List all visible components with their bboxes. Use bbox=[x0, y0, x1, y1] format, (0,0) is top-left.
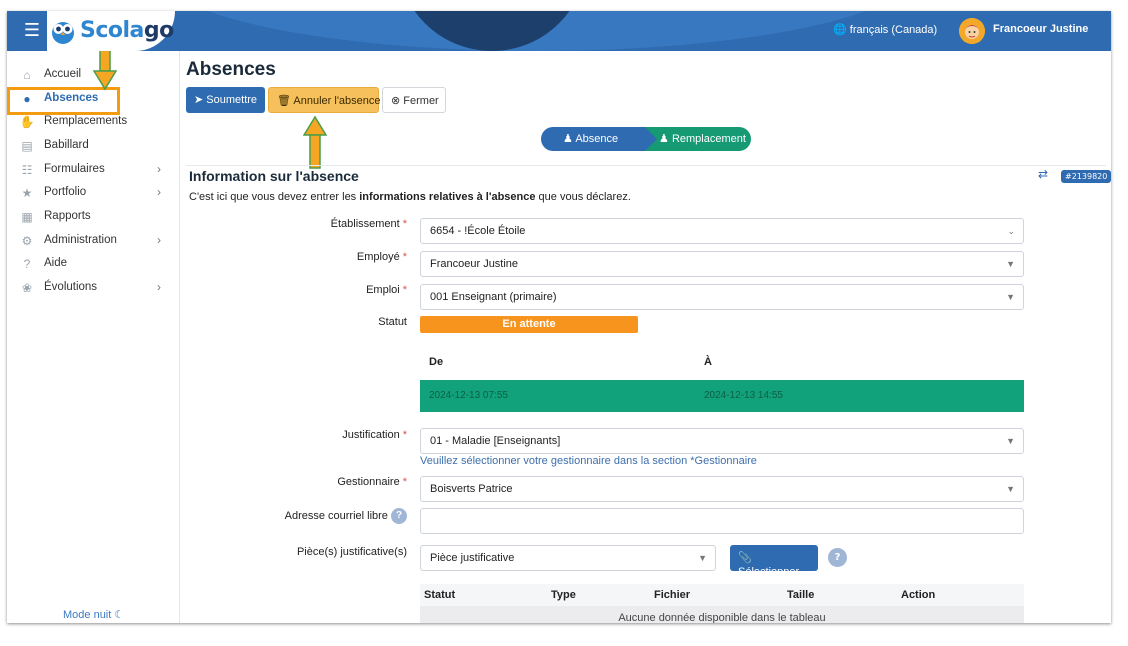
sidebar-item-rapports[interactable]: ▦ Rapports bbox=[7, 206, 180, 228]
close-circle-icon: ⊗ bbox=[391, 95, 401, 107]
sidebar-item-babillard[interactable]: ▤ Babillard bbox=[7, 135, 180, 157]
email-input[interactable] bbox=[420, 508, 1024, 534]
email-label: Adresse courriel libre ? bbox=[181, 508, 407, 524]
report-icon: ▦ bbox=[21, 210, 33, 224]
gestionnaire-label: Gestionnaire * bbox=[337, 476, 407, 488]
app-window: ☰ Scolago 🌐 français (Canada) Francoeur … bbox=[7, 11, 1111, 623]
question-icon: ? bbox=[23, 257, 31, 271]
sidebar-item-evolutions[interactable]: ❀ Évolutions › bbox=[7, 277, 180, 299]
to-datetime: 2024-12-13 14:55 bbox=[704, 390, 783, 401]
chevron-right-icon: › bbox=[157, 280, 161, 294]
justification-select[interactable]: 01 - Maladie [Enseignants] ▼ bbox=[420, 428, 1024, 454]
period-header: De À bbox=[420, 346, 1024, 380]
section-divider bbox=[186, 165, 1106, 166]
column-header[interactable]: Fichier bbox=[654, 589, 690, 601]
user-icon: ♟ bbox=[659, 133, 669, 145]
user-clock-icon: ♟ bbox=[563, 133, 573, 145]
section-title: Information sur l'absence bbox=[189, 168, 359, 184]
hamburger-menu-icon[interactable]: ☰ bbox=[23, 22, 41, 40]
period-row[interactable]: 2024-12-13 07:55 2024-12-13 14:55 bbox=[420, 380, 1024, 412]
dropdown-caret-icon: ▼ bbox=[1006, 259, 1015, 269]
gestionnaire-select[interactable]: Boisverts Patrice ▼ bbox=[420, 476, 1024, 502]
dropdown-caret-icon: ▼ bbox=[1006, 436, 1015, 446]
step-absence[interactable]: ♟ Absence bbox=[541, 127, 657, 151]
select-file-button[interactable]: 📎 Sélectionner bbox=[730, 545, 818, 578]
owl-logo-icon bbox=[52, 22, 74, 44]
route-icon[interactable]: ⇄ bbox=[1038, 167, 1048, 181]
paper-plane-icon: ➤ bbox=[194, 94, 204, 106]
emploi-select[interactable]: 001 Enseignant (primaire) ▼ bbox=[420, 284, 1024, 310]
close-button[interactable]: ⊗ Fermer bbox=[382, 87, 446, 113]
night-mode-toggle[interactable]: Mode nuit ☾ bbox=[63, 608, 124, 621]
help-icon[interactable]: ? bbox=[391, 508, 407, 524]
home-icon: ⌂ bbox=[23, 68, 31, 82]
sidebar: ⌂ Accueil ● Absences ✋ Remplacements ▤ B… bbox=[7, 51, 180, 623]
sidebar-item-formulaires[interactable]: ☷ Formulaires › bbox=[7, 159, 180, 181]
globe-icon: 🌐 bbox=[833, 24, 847, 36]
chevron-down-icon: ⌄ bbox=[1007, 226, 1015, 236]
logo-area: ☰ Scolago bbox=[7, 11, 177, 51]
column-header[interactable]: Type bbox=[551, 589, 576, 601]
annotation-arrow-up-icon bbox=[303, 115, 327, 169]
dropdown-caret-icon: ▼ bbox=[698, 553, 707, 563]
gear-icon: ⚙ bbox=[21, 234, 33, 248]
sidebar-item-administration[interactable]: ⚙ Administration › bbox=[7, 230, 180, 252]
trash-icon: 🗑 bbox=[277, 95, 291, 107]
chevron-right-icon: › bbox=[157, 233, 161, 247]
section-description: C'est ici que vous devez entrer les info… bbox=[189, 191, 631, 203]
employe-select[interactable]: Francoeur Justine ▼ bbox=[420, 251, 1024, 277]
chevron-right-icon: › bbox=[157, 162, 161, 176]
help-icon[interactable]: ? bbox=[828, 548, 847, 567]
table-empty-message: Aucune donnée disponible dans le tableau bbox=[420, 606, 1024, 623]
employe-label: Employé * bbox=[356, 251, 407, 263]
user-name[interactable]: Francoeur Justine bbox=[993, 23, 1088, 35]
paperclip-icon: 📎 bbox=[738, 552, 752, 564]
statut-label: Statut bbox=[378, 316, 407, 328]
attachments-table-header: Statut Type Fichier Taille Action bbox=[420, 584, 1024, 606]
gestionnaire-hint: Veuillez sélectionner votre gestionnaire… bbox=[420, 455, 757, 467]
column-header[interactable]: Statut bbox=[424, 589, 455, 601]
justification-label: Justification * bbox=[342, 429, 407, 441]
user-avatar[interactable] bbox=[959, 18, 985, 44]
etablissement-label: Établissement * bbox=[330, 218, 407, 230]
from-header: De bbox=[429, 356, 444, 368]
annotation-highlight-box bbox=[7, 87, 120, 115]
chevron-right-icon: › bbox=[157, 185, 161, 199]
record-id-badge: #2139820 bbox=[1061, 170, 1111, 183]
from-datetime: 2024-12-13 07:55 bbox=[429, 390, 508, 401]
submit-button[interactable]: ➤ Soumettre bbox=[186, 87, 265, 113]
to-header: À bbox=[704, 356, 712, 368]
trophy-icon: ★ bbox=[21, 186, 33, 200]
etablissement-select[interactable]: 6654 - !École Étoile ⌄ bbox=[420, 218, 1024, 244]
form-icon: ☷ bbox=[21, 163, 33, 177]
sidebar-item-aide[interactable]: ? Aide bbox=[7, 253, 180, 275]
language-label: français (Canada) bbox=[849, 24, 938, 36]
status-badge: En attente bbox=[420, 316, 638, 333]
cancel-absence-button[interactable]: 🗑 Annuler l'absence bbox=[268, 87, 381, 113]
piece-type-select[interactable]: Pièce justificative ▼ bbox=[420, 545, 716, 571]
moon-icon: ☾ bbox=[114, 609, 125, 621]
pieces-label: Pièce(s) justificative(s) bbox=[296, 546, 407, 558]
handshake-icon: ✋ bbox=[19, 115, 35, 129]
brand-logo[interactable]: Scolago bbox=[80, 18, 174, 43]
column-header[interactable]: Action bbox=[901, 589, 935, 601]
sidebar-item-portfolio[interactable]: ★ Portfolio › bbox=[7, 182, 180, 204]
dropdown-caret-icon: ▼ bbox=[1006, 292, 1015, 302]
sprout-icon: ❀ bbox=[21, 281, 33, 295]
dropdown-caret-icon: ▼ bbox=[1006, 484, 1015, 494]
column-header[interactable]: Taille bbox=[787, 589, 814, 601]
page-title: Absences bbox=[186, 59, 276, 80]
board-icon: ▤ bbox=[21, 139, 33, 153]
language-selector[interactable]: 🌐 français (Canada) bbox=[833, 23, 937, 36]
emploi-label: Emploi * bbox=[366, 284, 407, 296]
